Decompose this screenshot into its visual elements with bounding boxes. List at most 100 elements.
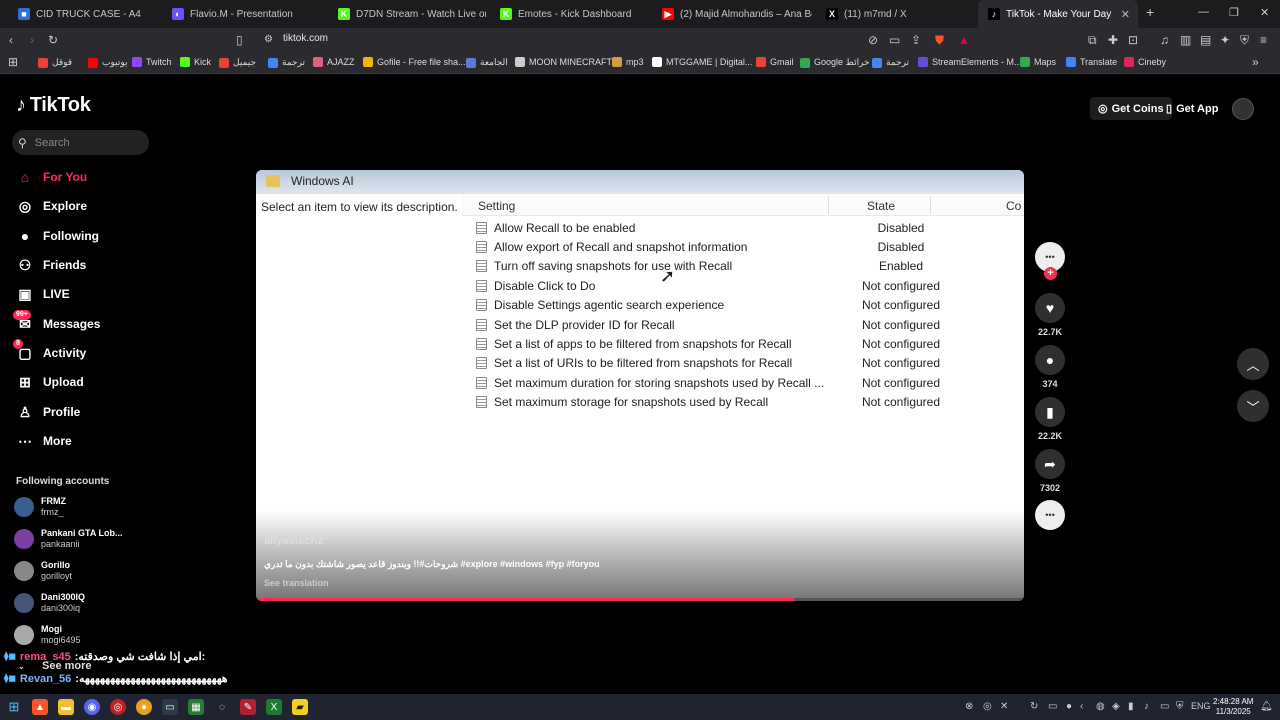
language-indicator[interactable]: ENG [1191,701,1211,711]
following-account[interactable]: Gorillo gorilloyt [14,560,72,582]
nav-item-more[interactable]: ⋯ More [16,432,72,450]
app-red-icon[interactable]: ◎ [110,699,126,715]
notification-bell-icon[interactable]: 🔔︎ [1260,701,1273,712]
back-icon[interactable]: ‹ [9,33,13,47]
nav-item-live[interactable]: ▣ LIVE [16,285,69,303]
terminal-icon[interactable]: ▭ [162,699,178,715]
app-script-icon[interactable]: ✎ [240,699,256,715]
browser-tab[interactable]: ♪ TikTok - Make Your Day ✕ [978,0,1138,28]
bookmark-item[interactable]: AJAZZ [313,57,355,67]
see-more-link[interactable]: ⌄ See more [18,660,92,672]
volume-icon[interactable]: ♪ [1144,701,1149,712]
reload-icon[interactable]: ↻ [48,33,58,47]
bookmark-item[interactable]: MOON MINECRAFT [515,57,612,67]
tray-close-icon[interactable]: ✕ [1000,701,1008,712]
screenshot-icon[interactable]: ⊡ [1128,33,1138,47]
bookmark-item[interactable]: Kick [180,57,211,67]
system-clock[interactable]: 2:48:28 AM 11/3/2025 [1213,697,1253,717]
like-button[interactable]: ♥ 22.7K [1035,293,1065,337]
save-button[interactable]: ▮ 22.2K [1035,397,1065,441]
bookmark-item[interactable]: يوتيوب [88,57,128,68]
bookmark-item[interactable]: ترجمة [268,57,305,68]
mic-icon[interactable]: ▮ [1128,701,1134,712]
video-author[interactable]: aliyastech2 [264,535,323,547]
tray-steam-icon[interactable]: ◈ [1112,701,1120,712]
bookmark-item[interactable]: mp3 [612,57,644,67]
bookmark-item[interactable]: Translate [1066,57,1117,67]
more-bookmarks-icon[interactable]: » [1252,55,1259,69]
brave-shield-icon[interactable]: ⛊ [935,33,944,47]
tab-close-icon[interactable]: ✕ [1121,8,1130,21]
discord-icon[interactable]: ◉ [84,699,100,715]
nav-item-activity[interactable]: ▢ 8 Activity [13,339,86,362]
nav-item-friends[interactable]: ⚇ Friends [16,256,87,274]
tray-sync-icon[interactable]: ↻ [1030,701,1038,712]
nav-item-upload[interactable]: ⊞ Upload [16,373,84,391]
browser-tab[interactable]: ■ CID TRUCK CASE - A4 [8,0,158,28]
minimize-icon[interactable]: — [1198,6,1209,18]
see-translation-link[interactable]: See translation [264,578,329,588]
bookmark-page-icon[interactable]: ▯ [236,33,243,47]
bookmark-item[interactable]: Gmail [756,57,794,67]
video-player[interactable]: Windows AI Select an item to view its de… [256,170,1024,601]
app-orange-icon[interactable]: ● [136,699,152,715]
nav-item-following[interactable]: ● Following [16,227,99,245]
wallet-icon[interactable]: ⧉ [1088,33,1097,47]
bookmark-item[interactable]: Gofile - Free file sha... [363,57,466,67]
bookmark-item[interactable]: MTGGAME | Digital... [652,57,752,67]
maximize-icon[interactable]: ❐ [1229,6,1239,19]
follow-plus-icon[interactable]: + [1044,267,1057,280]
sound-button[interactable]: ••• [1035,500,1065,530]
bookmark-item[interactable]: ترجمة [872,57,909,68]
obs-icon[interactable]: ◌ [214,699,230,715]
comment-button[interactable]: ● 374 [1035,345,1065,389]
bookmark-item[interactable]: Maps [1020,57,1056,67]
browser-tab[interactable]: K Emotes - Kick Dashboard [490,0,648,28]
sticky-notes-icon[interactable]: ▰ [292,699,308,715]
next-video-button[interactable]: ﹀ [1237,390,1269,422]
brave-taskbar-icon[interactable]: ▲ [32,699,48,715]
menu-icon[interactable]: ≡ [1260,33,1267,47]
extensions-icon[interactable]: ✚ [1108,33,1118,47]
close-window-icon[interactable]: ✕ [1260,6,1269,19]
bookmark-item[interactable]: الجامعة [466,57,508,68]
browser-tab[interactable]: ▶ (2) Majid Almohandis – Ana Bel Gow [652,0,812,28]
cast-icon[interactable]: ▭ [889,33,900,47]
tray-green-icon[interactable]: ● [1066,701,1072,712]
bookmark-item[interactable]: Cineby [1124,57,1166,67]
following-account[interactable]: Dani300IQ dani300iq [14,592,85,614]
browser-tab[interactable]: X (11) m7md / X [816,0,974,28]
forward-icon[interactable]: › [30,33,34,47]
nav-item-messages[interactable]: ✉ 99+ Messages [13,310,100,333]
music-icon[interactable]: ♫ [1160,33,1169,47]
excel-icon[interactable]: X [266,699,282,715]
previous-video-button[interactable]: ︿ [1237,348,1269,380]
browser-tab[interactable]: K D7DN Stream - Watch Live on Kick [328,0,486,28]
bookmark-item[interactable]: قوقل [38,57,72,68]
monitor-icon[interactable]: ▭ [1160,701,1169,712]
sidebar-icon[interactable]: ▥ [1180,33,1191,47]
new-tab-icon[interactable]: + [1146,4,1154,20]
following-account[interactable]: FRMZ frmz_ [14,496,66,518]
wallet2-icon[interactable]: ▤ [1200,33,1211,47]
tray-window-icon[interactable]: ▭ [1048,701,1057,712]
user-avatar[interactable] [1232,98,1254,120]
security-icon[interactable]: ⛨ [1176,701,1184,712]
search-input[interactable]: ⚲ Search [12,130,149,155]
bookmark-item[interactable]: StreamElements - M... [918,57,1022,67]
vpn-icon[interactable]: ⛨ [1240,33,1249,47]
tray-chevron-icon[interactable]: ‹ [1080,701,1083,712]
video-progress-bar[interactable] [256,598,1024,601]
following-account[interactable]: Pankani GTA Lob... pankaanii [14,528,123,550]
bookmark-item[interactable]: Google خرائط [800,57,870,68]
share-button[interactable]: ➦ 7302 [1035,449,1065,493]
site-settings-icon[interactable]: ⚙ [264,33,273,47]
calculator-icon[interactable]: ▦ [188,699,204,715]
get-app-button[interactable]: ▯ Get App [1160,97,1224,120]
tiktok-logo[interactable]: ♪ TikTok [16,94,91,117]
nav-item-explore[interactable]: ◎ Explore [16,197,87,215]
address-bar[interactable]: tiktok.com [283,33,328,44]
file-explorer-icon[interactable]: ▬ [58,699,74,715]
brave-rewards-icon[interactable]: ▲ [958,33,970,47]
bookmark-item[interactable]: جيميل [219,57,256,68]
